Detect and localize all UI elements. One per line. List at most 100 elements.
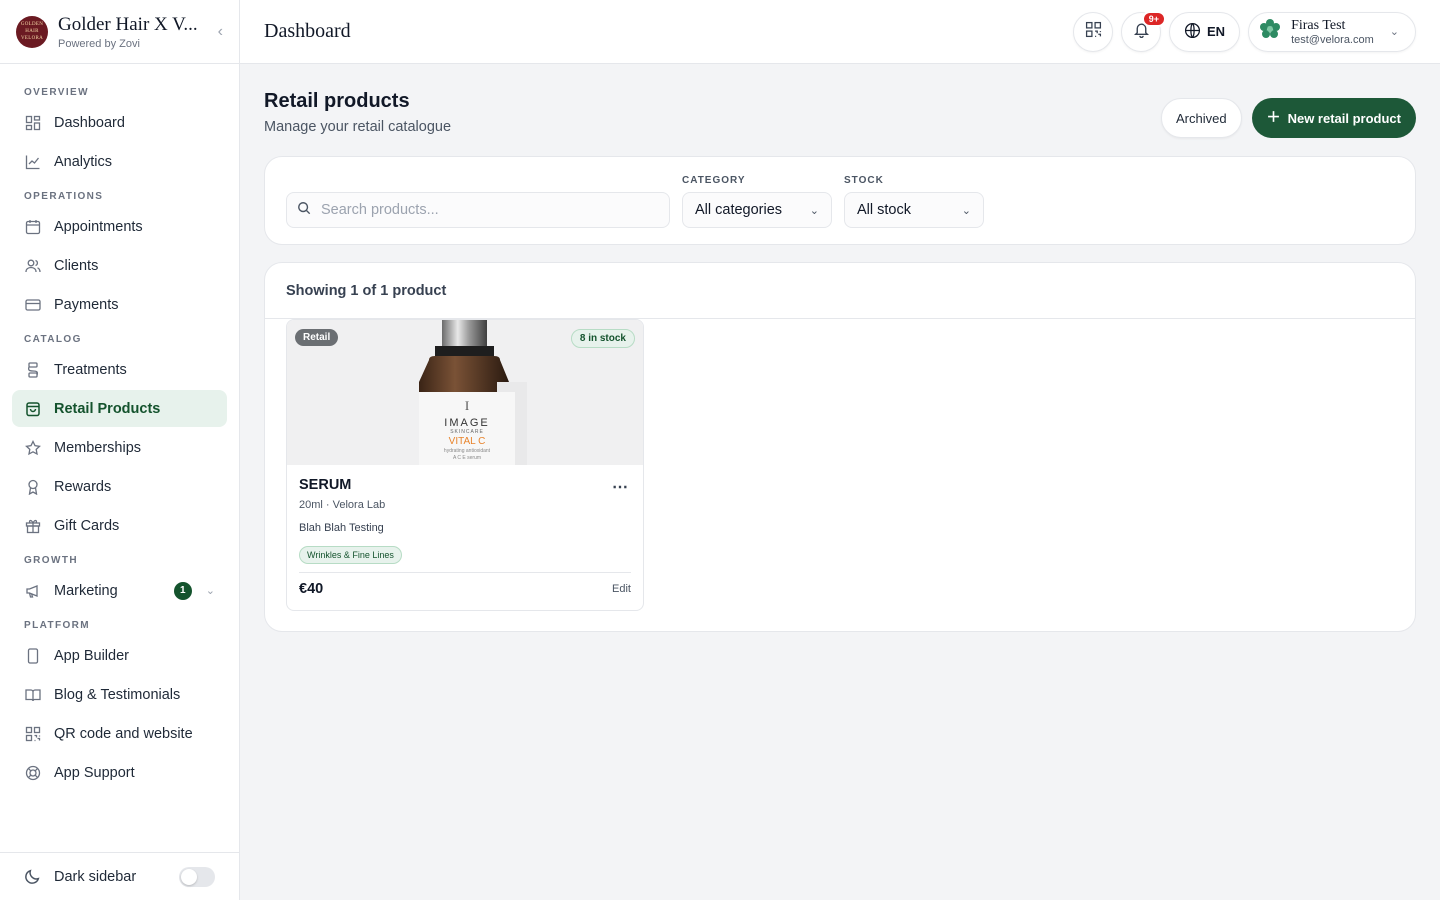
megaphone-icon <box>24 582 42 600</box>
dark-sidebar-label: Dark sidebar <box>54 868 137 885</box>
sidebar-item-treatments[interactable]: Treatments <box>12 351 227 388</box>
section-heading: Retail products <box>264 90 410 112</box>
phone-icon <box>24 647 42 665</box>
category-select[interactable]: All categories ⌄ <box>682 192 832 228</box>
sidebar-item-label: Blog & Testimonials <box>54 686 181 703</box>
bottle-desc2-text: A C E serum <box>453 455 481 461</box>
language-label: EN <box>1207 24 1226 39</box>
section-title-catalog: CATALOG <box>24 333 82 345</box>
brand-header: GOLDEN HAIR VELORA Golder Hair X V... Po… <box>0 0 239 64</box>
marketing-count-badge: 1 <box>173 581 192 600</box>
calendar-icon <box>24 218 42 236</box>
sidebar-item-qr-website[interactable]: QR code and website <box>12 715 227 752</box>
bottle-line-text: VITAL C <box>449 436 486 447</box>
sidebar-item-blog[interactable]: Blog & Testimonials <box>12 676 227 713</box>
brand-subtitle: Powered by Zovi <box>58 37 140 50</box>
search-input[interactable] <box>321 202 641 218</box>
sidebar-item-app-builder[interactable]: App Builder <box>12 637 227 674</box>
award-icon <box>24 478 42 496</box>
edit-product-link[interactable]: Edit <box>612 583 631 595</box>
sidebar-item-label: Retail Products <box>54 400 161 417</box>
section-title-overview: OVERVIEW <box>24 86 89 98</box>
product-concern-tag: Wrinkles & Fine Lines <box>299 546 402 564</box>
credit-card-icon <box>24 296 42 314</box>
notifications-button[interactable]: 9+ <box>1121 10 1167 52</box>
dashboard-icon <box>24 114 42 132</box>
sidebar-item-retail-products[interactable]: Retail Products <box>12 390 227 427</box>
topbar: Dashboard 9+ EN Firas Test test@velora.c… <box>240 0 1440 64</box>
collapse-sidebar-icon[interactable]: ‹ <box>218 23 223 41</box>
qr-code-icon <box>24 725 42 743</box>
book-icon <box>24 686 42 704</box>
users-icon <box>24 257 42 275</box>
lifebuoy-icon <box>24 764 42 782</box>
user-menu-button[interactable]: Firas Test test@velora.com ⌄ <box>1248 11 1416 52</box>
sidebar-item-label: Payments <box>54 296 119 313</box>
sidebar-item-rewards[interactable]: Rewards <box>12 468 227 505</box>
main-content: Retail products Manage your retail catal… <box>264 64 1416 632</box>
sidebar-item-label: Marketing <box>54 582 118 599</box>
dark-sidebar-row: Dark sidebar <box>0 852 239 900</box>
sidebar-item-label: App Support <box>54 764 135 781</box>
section-subtitle: Manage your retail catalogue <box>264 119 452 135</box>
sidebar-item-label: Treatments <box>54 361 127 378</box>
svg-text:I: I <box>465 398 469 413</box>
product-card[interactable]: I IMAGE SKINCARE VITAL C hydrating antio… <box>286 319 644 611</box>
dark-sidebar-toggle[interactable] <box>179 866 215 887</box>
moon-icon <box>24 868 42 886</box>
sidebar-item-analytics[interactable]: Analytics <box>12 143 227 180</box>
sidebar-item-memberships[interactable]: Memberships <box>12 429 227 466</box>
stock-value: All stock <box>857 202 911 218</box>
sidebar-item-payments[interactable]: Payments <box>12 286 227 323</box>
stock-select[interactable]: All stock ⌄ <box>844 192 984 228</box>
search-box[interactable] <box>286 192 670 228</box>
sidebar-item-label: Appointments <box>54 218 143 235</box>
plus-icon <box>1267 110 1280 126</box>
treatments-icon <box>24 361 42 379</box>
more-options-icon[interactable]: ⋯ <box>612 477 629 497</box>
sidebar-item-label: Gift Cards <box>54 517 120 534</box>
product-type-badge: Retail <box>295 329 339 346</box>
section-title-growth: GROWTH <box>24 554 78 566</box>
globe-icon <box>1184 22 1201 42</box>
filter-card: CATEGORY All categories ⌄ STOCK All stoc… <box>264 156 1416 245</box>
new-retail-product-label: New retail product <box>1287 110 1401 126</box>
brand-logo[interactable]: GOLDEN HAIR VELORA <box>16 15 48 48</box>
stock-label: STOCK <box>844 175 884 186</box>
chevron-down-icon[interactable]: ⌄ <box>206 584 215 597</box>
category-label: CATEGORY <box>682 175 746 186</box>
page-title: Dashboard <box>264 20 351 42</box>
qr-code-icon <box>1085 21 1102 43</box>
user-name: Firas Test <box>1291 17 1346 33</box>
sidebar-item-clients[interactable]: Clients <box>12 247 227 284</box>
archived-button[interactable]: Archived <box>1161 98 1242 138</box>
results-summary: Showing 1 of 1 product <box>265 263 1415 319</box>
brand-name: Golder Hair X V... <box>58 13 198 35</box>
new-retail-product-button[interactable]: New retail product <box>1251 98 1416 138</box>
sidebar-item-dashboard[interactable]: Dashboard <box>12 104 227 141</box>
sidebar-item-app-support[interactable]: App Support <box>12 754 227 791</box>
sidebar-item-label: App Builder <box>54 647 129 664</box>
section-title-platform: PLATFORM <box>24 619 91 631</box>
sidebar-item-label: Clients <box>54 257 99 274</box>
gift-icon <box>24 517 42 535</box>
chevron-down-icon: ⌄ <box>1389 26 1399 38</box>
sidebar: GOLDEN HAIR VELORA Golder Hair X V... Po… <box>0 0 240 900</box>
sidebar-item-gift-cards[interactable]: Gift Cards <box>12 507 227 544</box>
search-icon <box>297 201 311 220</box>
product-image: I IMAGE SKINCARE VITAL C hydrating antio… <box>287 320 643 465</box>
qr-button[interactable] <box>1073 11 1114 52</box>
sidebar-item-label: Analytics <box>54 153 113 170</box>
stock-badge: 8 in stock <box>570 329 635 348</box>
shopping-bag-icon <box>24 400 42 418</box>
product-meta: 20ml · Velora Lab <box>299 499 386 511</box>
brand-logo-text: GOLDEN HAIR VELORA <box>20 22 44 41</box>
sidebar-item-appointments[interactable]: Appointments <box>12 208 227 245</box>
product-description: Blah Blah Testing <box>299 522 384 534</box>
bottle-brand-text: IMAGE <box>444 417 489 429</box>
sidebar-item-marketing[interactable]: Marketing 1 ⌄ <box>12 572 227 609</box>
user-email: test@velora.com <box>1291 33 1374 46</box>
user-avatar-icon <box>1259 18 1281 45</box>
bottle-brand-sub-text: SKINCARE <box>450 429 484 435</box>
language-button[interactable]: EN <box>1169 11 1241 52</box>
